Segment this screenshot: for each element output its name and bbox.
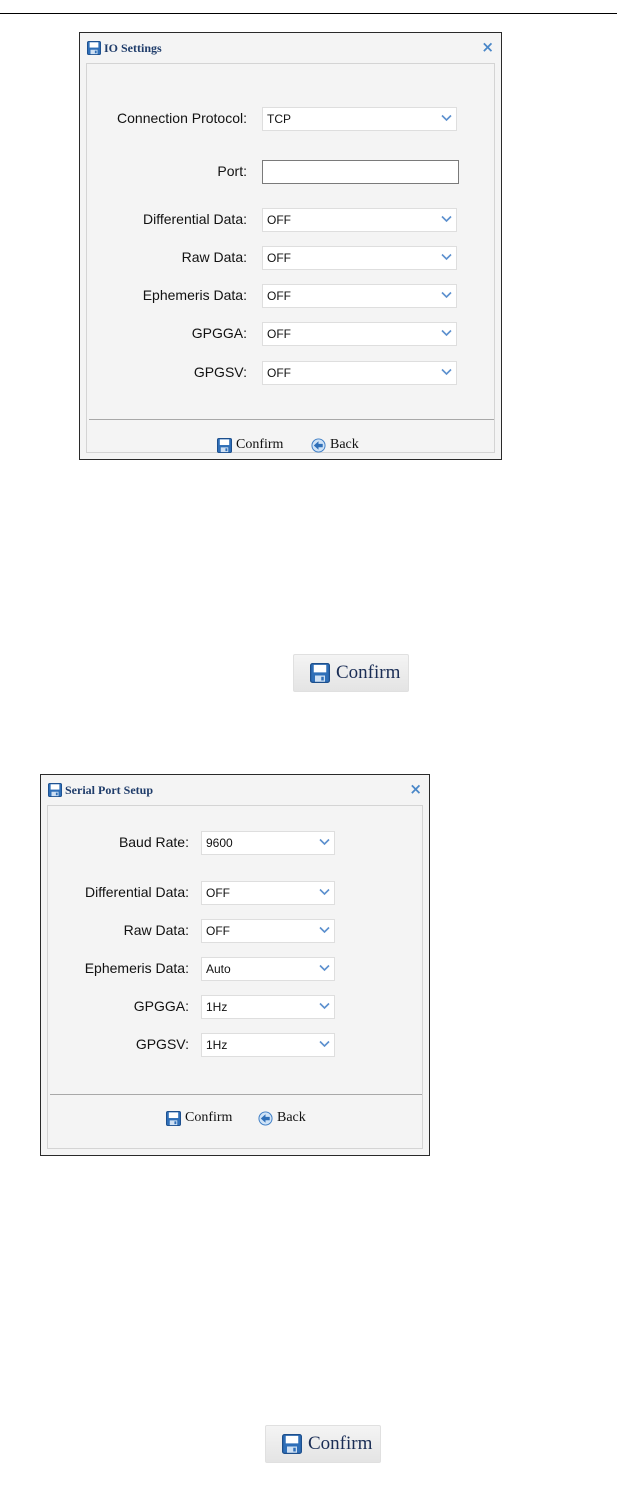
port-input[interactable] bbox=[262, 160, 459, 184]
chevron-down-icon bbox=[441, 291, 452, 299]
field-row-baud-rate: Baud Rate: bbox=[48, 831, 189, 855]
select-value: Auto bbox=[206, 962, 231, 976]
connection-protocol-select[interactable]: TCP bbox=[262, 107, 457, 131]
field-label: GPGGA: bbox=[191, 325, 247, 341]
dialog-body: Connection Protocol: TCP Port: Different… bbox=[86, 63, 495, 453]
chevron-down-icon bbox=[319, 1040, 330, 1048]
baud-rate-select[interactable]: 9600 bbox=[201, 831, 335, 855]
dialog-body: Baud Rate: 9600 Differential Data: OFF R… bbox=[47, 805, 423, 1149]
field-label: Ephemeris Data: bbox=[142, 287, 247, 303]
field-row-ephemeris-data: Ephemeris Data: bbox=[87, 284, 247, 308]
chevron-down-icon bbox=[319, 926, 330, 934]
dialog-title: IO Settings bbox=[104, 41, 162, 55]
page-top-rule bbox=[0, 13, 617, 14]
close-icon[interactable]: × bbox=[481, 39, 494, 55]
field-label: GPGSV: bbox=[193, 364, 247, 380]
field-row-differential-data: Differential Data: bbox=[48, 881, 189, 905]
field-label: Baud Rate: bbox=[118, 834, 189, 850]
confirm-button-callout[interactable]: Confirm bbox=[293, 654, 409, 692]
field-row-gpgga: GPGGA: bbox=[87, 322, 247, 346]
field-row-ephemeris-data: Ephemeris Data: bbox=[48, 957, 189, 981]
chevron-down-icon bbox=[441, 215, 452, 223]
serial-port-setup-dialog: Serial Port Setup × Baud Rate: 9600 Diff… bbox=[40, 774, 430, 1156]
floppy-disk-icon bbox=[48, 783, 62, 797]
dialog-titlebar: IO Settings × bbox=[80, 33, 501, 63]
back-label: Back bbox=[277, 1110, 306, 1125]
back-label: Back bbox=[330, 437, 359, 452]
footer-divider bbox=[50, 1094, 422, 1095]
select-value: 9600 bbox=[206, 836, 233, 850]
gpgsv-select[interactable]: OFF bbox=[262, 361, 457, 385]
footer-divider bbox=[89, 419, 494, 420]
gpgga-select[interactable]: 1Hz bbox=[201, 995, 335, 1019]
confirm-label: Confirm bbox=[236, 437, 284, 452]
close-icon[interactable]: × bbox=[409, 781, 422, 797]
field-row-raw-data: Raw Data: bbox=[87, 246, 247, 270]
back-arrow-icon bbox=[311, 438, 326, 453]
select-value: OFF bbox=[206, 924, 230, 938]
field-row-differential-data: Differential Data: bbox=[87, 208, 247, 232]
field-row-connection-protocol: Connection Protocol: bbox=[87, 107, 247, 131]
select-value: OFF bbox=[267, 366, 291, 380]
chevron-down-icon bbox=[441, 329, 452, 337]
chevron-down-icon bbox=[441, 114, 452, 122]
select-value: OFF bbox=[267, 213, 291, 227]
field-label: GPGSV: bbox=[135, 1036, 189, 1052]
select-value: TCP bbox=[267, 112, 291, 126]
gpgga-select[interactable]: OFF bbox=[262, 322, 457, 346]
ephemeris-data-select[interactable]: Auto bbox=[201, 957, 335, 981]
field-label: Raw Data: bbox=[181, 249, 247, 265]
select-value: OFF bbox=[206, 886, 230, 900]
select-value: 1Hz bbox=[206, 1000, 228, 1014]
chevron-down-icon bbox=[319, 964, 330, 972]
io-settings-dialog: IO Settings × Connection Protocol: TCP P… bbox=[79, 32, 502, 460]
field-row-gpgga: GPGGA: bbox=[48, 995, 189, 1019]
select-value: OFF bbox=[267, 289, 291, 303]
floppy-disk-icon bbox=[217, 438, 232, 453]
confirm-button[interactable]: Confirm bbox=[166, 1110, 232, 1126]
field-label: Connection Protocol: bbox=[117, 110, 247, 126]
field-label: Port: bbox=[217, 163, 247, 179]
floppy-disk-icon bbox=[87, 41, 101, 55]
floppy-disk-icon bbox=[166, 1111, 181, 1126]
select-value: 1Hz bbox=[206, 1038, 228, 1052]
chevron-down-icon bbox=[319, 1002, 330, 1010]
differential-data-select[interactable]: OFF bbox=[262, 208, 457, 232]
field-row-gpgsv: GPGSV: bbox=[87, 361, 247, 385]
field-label: Differential Data: bbox=[142, 211, 247, 227]
confirm-label: Confirm bbox=[336, 662, 401, 683]
ephemeris-data-select[interactable]: OFF bbox=[262, 284, 457, 308]
confirm-label: Confirm bbox=[185, 1110, 233, 1125]
floppy-disk-icon bbox=[282, 1434, 302, 1454]
chevron-down-icon bbox=[441, 253, 452, 261]
dialog-title: Serial Port Setup bbox=[65, 783, 153, 797]
field-label: Differential Data: bbox=[84, 884, 189, 900]
confirm-button-callout[interactable]: Confirm bbox=[265, 1425, 381, 1463]
dialog-titlebar: Serial Port Setup × bbox=[41, 775, 429, 805]
field-label: Ephemeris Data: bbox=[84, 960, 189, 976]
floppy-disk-icon bbox=[310, 663, 330, 683]
chevron-down-icon bbox=[319, 888, 330, 896]
select-value: OFF bbox=[267, 251, 291, 265]
raw-data-select[interactable]: OFF bbox=[262, 246, 457, 270]
back-button[interactable]: Back bbox=[311, 437, 359, 453]
confirm-label: Confirm bbox=[308, 1433, 373, 1454]
select-value: OFF bbox=[267, 327, 291, 341]
raw-data-select[interactable]: OFF bbox=[201, 919, 335, 943]
confirm-button[interactable]: Confirm bbox=[217, 437, 283, 453]
back-arrow-icon bbox=[258, 1111, 273, 1126]
chevron-down-icon bbox=[441, 368, 452, 376]
field-label: GPGGA: bbox=[133, 998, 189, 1014]
chevron-down-icon bbox=[319, 838, 330, 846]
field-row-port: Port: bbox=[87, 160, 247, 184]
differential-data-select[interactable]: OFF bbox=[201, 881, 335, 905]
back-button[interactable]: Back bbox=[258, 1110, 306, 1126]
gpgsv-select[interactable]: 1Hz bbox=[201, 1033, 335, 1057]
field-row-gpgsv: GPGSV: bbox=[48, 1033, 189, 1057]
field-row-raw-data: Raw Data: bbox=[48, 919, 189, 943]
field-label: Raw Data: bbox=[123, 922, 189, 938]
